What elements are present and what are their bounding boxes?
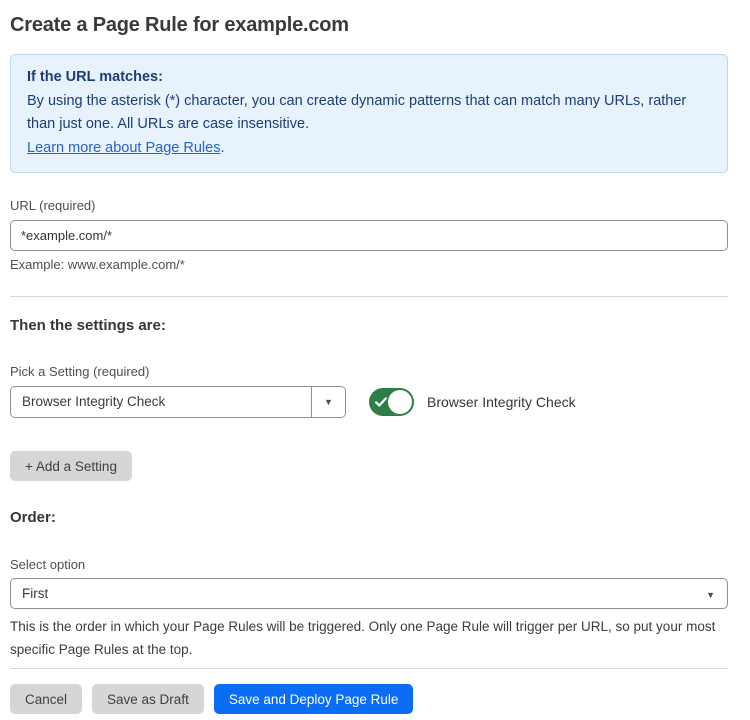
footer-buttons: Cancel Save as Draft Save and Deploy Pag…: [10, 684, 728, 714]
info-box-body: By using the asterisk (*) character, you…: [27, 90, 711, 137]
settings-section-heading: Then the settings are:: [10, 317, 728, 334]
url-field-label: URL (required): [10, 198, 728, 213]
page-title: Create a Page Rule for example.com: [10, 14, 728, 37]
add-setting-button[interactable]: + Add a Setting: [10, 451, 132, 481]
setting-row: Browser Integrity Check ▼ Browser Integr…: [10, 386, 728, 418]
link-suffix: .: [220, 140, 224, 156]
order-select-label: Select option: [10, 557, 728, 572]
info-box-heading: If the URL matches:: [27, 66, 711, 90]
setting-picker-label: Pick a Setting (required): [10, 364, 728, 379]
save-as-draft-button[interactable]: Save as Draft: [92, 684, 204, 714]
learn-more-link[interactable]: Learn more about Page Rules: [27, 140, 220, 156]
section-divider-bottom: [10, 668, 728, 669]
toggle-knob: [388, 390, 412, 414]
setting-picker-dropdown[interactable]: Browser Integrity Check ▼: [10, 386, 346, 418]
order-section-heading: Order:: [10, 509, 728, 526]
check-icon: [374, 395, 388, 409]
info-box-link-line: Learn more about Page Rules.: [27, 137, 711, 161]
setting-picker-arrow-button[interactable]: ▼: [311, 387, 345, 417]
chevron-down-icon: ▼: [706, 585, 727, 603]
chevron-down-icon: ▼: [324, 398, 333, 407]
url-match-info-box: If the URL matches: By using the asteris…: [10, 54, 728, 173]
cancel-button[interactable]: Cancel: [10, 684, 82, 714]
setting-picker-value: Browser Integrity Check: [11, 387, 311, 417]
setting-toggle-label: Browser Integrity Check: [427, 394, 576, 410]
setting-toggle[interactable]: [369, 388, 414, 416]
url-input[interactable]: [10, 220, 728, 251]
order-helper-text: This is the order in which your Page Rul…: [10, 615, 722, 661]
order-select-value: First: [11, 586, 706, 601]
save-and-deploy-button[interactable]: Save and Deploy Page Rule: [214, 684, 414, 714]
section-divider-top: [10, 296, 728, 297]
page-rule-form: Create a Page Rule for example.com If th…: [0, 0, 750, 714]
order-select[interactable]: First ▼: [10, 578, 728, 609]
url-field-helper: Example: www.example.com/*: [10, 257, 728, 272]
